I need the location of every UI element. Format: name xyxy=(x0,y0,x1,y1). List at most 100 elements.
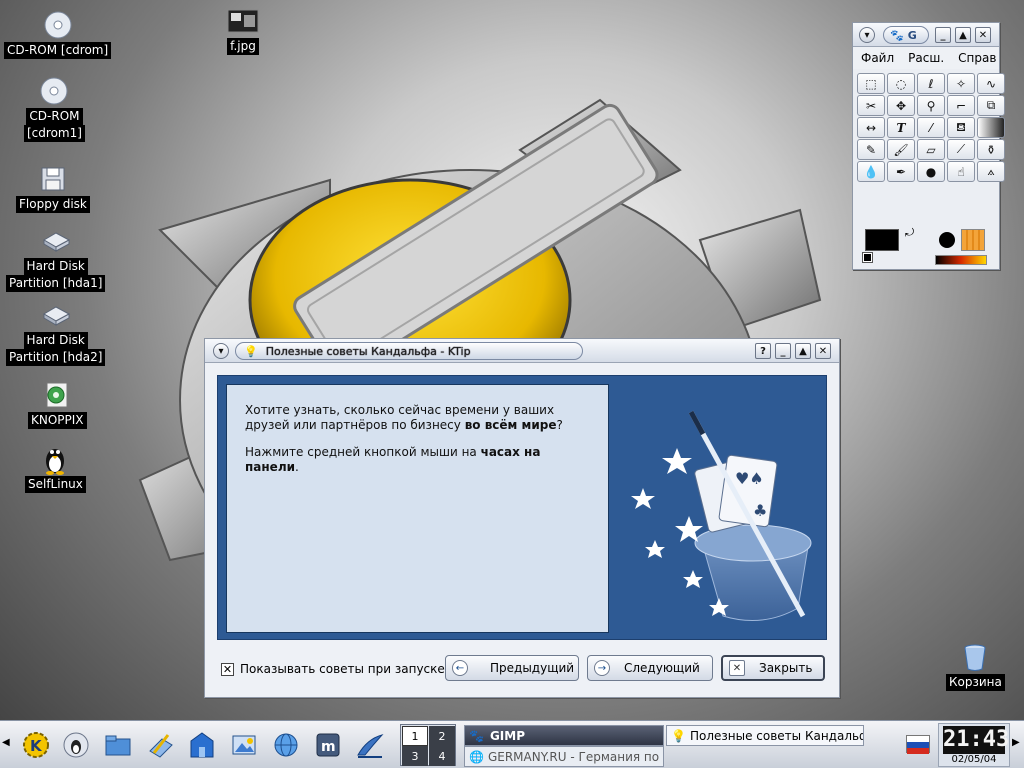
task-gimp[interactable]: 🐾 GIMP xyxy=(464,725,664,746)
close-button[interactable]: ✕ xyxy=(815,343,831,359)
gimp-pattern-preview[interactable] xyxy=(961,229,985,251)
lasso-icon[interactable]: ℓ xyxy=(917,73,945,94)
maximize-button[interactable]: ▲ xyxy=(955,27,971,43)
close-dialog-button[interactable]: ✕ Закрыть xyxy=(721,655,825,681)
task-browser[interactable]: 🌐 GERMANY.RU - Германия по xyxy=(464,746,664,767)
move-icon[interactable]: ✥ xyxy=(887,95,915,116)
desktop-pager: 1 2 3 4 xyxy=(400,724,456,766)
close-x-icon: ✕ xyxy=(729,660,745,676)
ellipse-select-icon[interactable]: ◌ xyxy=(887,73,915,94)
trash-icon xyxy=(958,640,992,674)
pager-desktop-3[interactable]: 3 xyxy=(402,746,428,766)
eraser-icon[interactable]: ▱ xyxy=(917,139,945,160)
gimp-wilber-icon: 🐾 xyxy=(890,28,904,42)
fg-color-swatch[interactable] xyxy=(865,229,899,251)
launcher-openoffice[interactable] xyxy=(352,727,388,763)
menu-help[interactable]: Справ xyxy=(958,51,996,65)
desktop-icon-hda1[interactable]: Hard Disk Partition [hda1] xyxy=(6,224,106,292)
desktop-icon-selflinux[interactable]: SelfLinux xyxy=(25,442,86,493)
crop-icon[interactable]: ⌐ xyxy=(947,95,975,116)
scissors-icon[interactable]: ✂ xyxy=(857,95,885,116)
bucket-fill-icon[interactable]: ⛾ xyxy=(947,117,975,138)
pager-desktop-4[interactable]: 4 xyxy=(429,746,455,766)
launcher-image-viewer[interactable] xyxy=(226,727,262,763)
kde-panel: ◀ K m 1 2 3 4 🐾 GIMP 💡 Полезные советы К… xyxy=(0,720,1024,768)
help-button[interactable]: ? xyxy=(755,343,771,359)
ink-icon[interactable]: ✒ xyxy=(887,161,915,182)
menu-file[interactable]: Файл xyxy=(861,51,894,65)
task-label: GIMP xyxy=(489,728,526,743)
desktop-icon-hda2[interactable]: Hard Disk Partition [hda2] xyxy=(6,298,106,366)
color-picker-icon[interactable]: ⁄ xyxy=(917,117,945,138)
text-icon[interactable]: T xyxy=(887,117,915,138)
panel-scroll-right-icon[interactable]: ▶ xyxy=(1012,737,1020,748)
clone-icon[interactable]: ⚱ xyxy=(977,139,1005,160)
desktop-icon-trash[interactable]: Корзина xyxy=(946,640,1005,691)
kmenu-button[interactable]: K xyxy=(18,727,54,763)
transform-icon[interactable]: ⧉ xyxy=(977,95,1005,116)
bezier-icon[interactable]: ∿ xyxy=(977,73,1005,94)
gimp-brush-preview[interactable] xyxy=(935,229,959,251)
airbrush-icon[interactable]: ⟋ xyxy=(947,139,975,160)
task-ktip[interactable]: 💡 Полезные советы Кандальф xyxy=(666,725,864,746)
keyboard-layout-flag[interactable] xyxy=(906,735,930,754)
folder-icon xyxy=(105,735,131,756)
swap-colors-icon[interactable]: ⤾ xyxy=(905,226,914,240)
arrow-left-icon: ← xyxy=(452,660,468,676)
desktop-icon-label: CD-ROM xyxy=(26,108,83,125)
show-tips-checkbox[interactable]: ✕ xyxy=(221,662,234,676)
show-tips-checkbox-row[interactable]: ✕ Показывать советы при запуске xyxy=(221,662,445,676)
measure-icon[interactable]: ⟑ xyxy=(977,161,1005,182)
tip-paragraph-2: Нажмите средней кнопкой мыши на часах на… xyxy=(245,445,590,475)
menu-extensions[interactable]: Расш. xyxy=(908,51,944,65)
tip-paragraph-1: Хотите узнать, сколько сейчас времени у … xyxy=(245,403,590,433)
svg-text:m: m xyxy=(321,739,336,755)
tux-icon xyxy=(38,442,72,476)
magic-hat-illustration: ♥♠ ♣ xyxy=(631,410,812,621)
rect-select-icon[interactable]: ⬚ xyxy=(857,73,885,94)
launcher-files[interactable] xyxy=(100,727,136,763)
desktop-icon-floppy[interactable]: Floppy disk xyxy=(16,162,90,213)
ktip-titlebar[interactable]: ▾ 💡 Полезные советы Кандальфа - KTip ? _… xyxy=(205,339,839,363)
launcher-tux[interactable] xyxy=(58,727,94,763)
desktop-icon-cdrom[interactable]: CD-ROM [cdrom] xyxy=(4,8,112,59)
ktip-title-pill: 💡 Полезные советы Кандальфа - KTip xyxy=(235,342,583,360)
desktop-icon-label: Hard Disk xyxy=(23,332,88,349)
zoom-icon[interactable]: ⚲ xyxy=(917,95,945,116)
window-menu-button[interactable]: ▾ xyxy=(213,343,229,359)
launcher-browser[interactable] xyxy=(268,727,304,763)
minimize-button[interactable]: _ xyxy=(775,343,791,359)
paintbrush-icon[interactable]: 🖌 xyxy=(887,139,915,160)
blend-icon[interactable] xyxy=(977,117,1005,138)
harddisk-icon xyxy=(39,224,73,258)
desktop-icon-fjpg[interactable]: f.jpg xyxy=(226,4,260,55)
minimize-button[interactable]: _ xyxy=(935,27,951,43)
panel-clock[interactable]: 21:43 02/05/04 xyxy=(938,723,1010,767)
window-menu-button[interactable]: ▾ xyxy=(859,27,875,43)
panel-scroll-left-icon[interactable]: ◀ xyxy=(2,737,10,748)
pencil-icon[interactable]: ✎ xyxy=(857,139,885,160)
previous-button[interactable]: ← Предыдущий xyxy=(445,655,579,681)
pager-label: 2 xyxy=(438,729,446,743)
edit-icon xyxy=(149,734,173,758)
desktop-icon-knoppix[interactable]: KNOPPIX xyxy=(28,378,87,429)
smudge-icon[interactable]: ☝ xyxy=(947,161,975,182)
gimp-titlebar[interactable]: ▾ 🐾 G _ ▲ ✕ xyxy=(853,23,999,47)
flip-icon[interactable]: ↔ xyxy=(857,117,885,138)
launcher-terminal[interactable]: m xyxy=(310,727,346,763)
launcher-editor[interactable] xyxy=(142,727,178,763)
launcher-home[interactable] xyxy=(184,727,220,763)
desktop-icon-cdrom1[interactable]: CD-ROM [cdrom1] xyxy=(24,74,85,142)
pager-desktop-2[interactable]: 2 xyxy=(429,726,455,746)
dodge-burn-icon[interactable]: ● xyxy=(917,161,945,182)
tip-text-area: Хотите узнать, сколько сейчас времени у … xyxy=(226,384,609,633)
next-button[interactable]: → Следующий xyxy=(587,655,713,681)
default-colors-icon[interactable] xyxy=(862,252,873,263)
pager-desktop-1[interactable]: 1 xyxy=(402,726,428,746)
desktop-icon-label-line2: Partition [hda2] xyxy=(6,349,106,366)
close-button[interactable]: ✕ xyxy=(975,27,991,43)
maximize-button[interactable]: ▲ xyxy=(795,343,811,359)
magic-wand-icon[interactable]: ✧ xyxy=(947,73,975,94)
gimp-gradient-preview[interactable] xyxy=(935,255,987,265)
convolve-icon[interactable]: 💧 xyxy=(857,161,885,182)
